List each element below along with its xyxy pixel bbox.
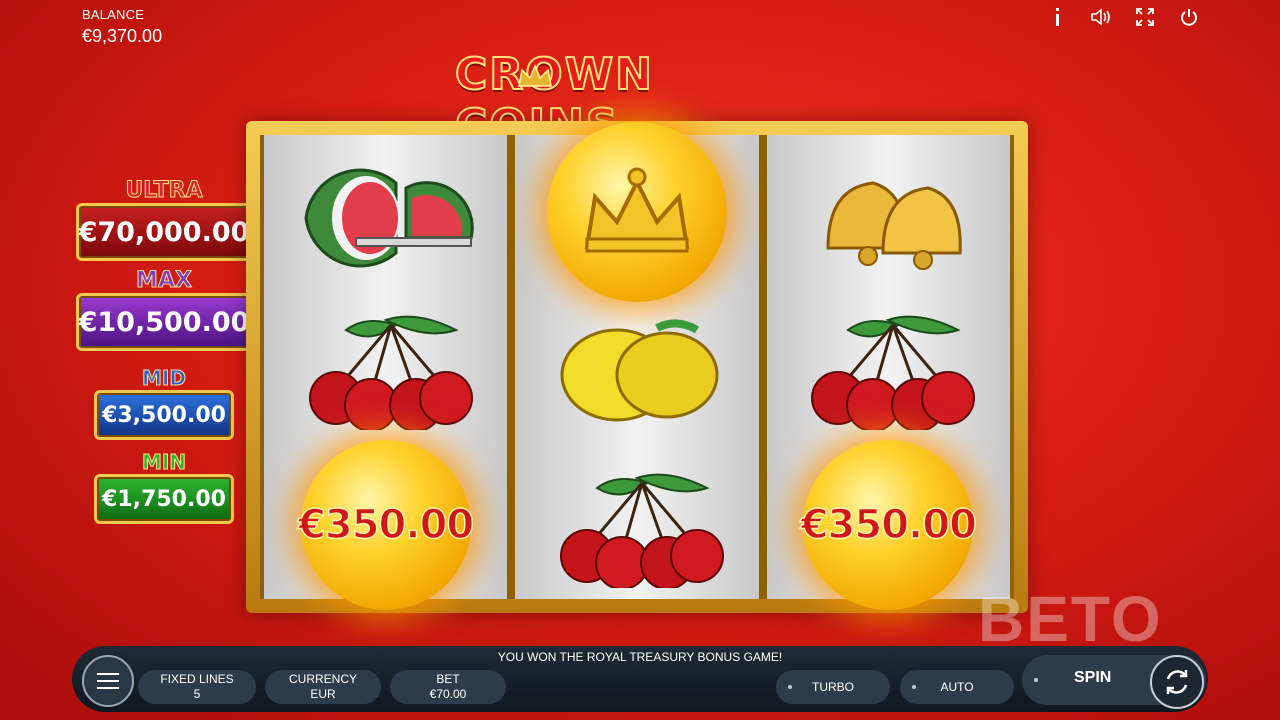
turbo-button[interactable]: TURBO bbox=[776, 670, 890, 704]
bet-label: BET bbox=[436, 672, 460, 686]
cherries-icon bbox=[767, 295, 1010, 445]
currency-selector[interactable]: CURRENCY EUR bbox=[265, 670, 381, 704]
auto-button[interactable]: AUTO bbox=[900, 670, 1014, 704]
reel-2 bbox=[515, 122, 759, 599]
hamburger-icon bbox=[97, 673, 119, 689]
auto-label: AUTO bbox=[940, 679, 974, 694]
balance-value: €9,370.00 bbox=[82, 26, 163, 46]
coin-value-text: €350.00 bbox=[800, 501, 978, 549]
reel-area: €350.00 €350.00 bbox=[260, 122, 1014, 610]
balance-label: BALANCE bbox=[82, 7, 145, 22]
fixed-lines-label: FIXED LINES bbox=[160, 672, 234, 686]
fixed-lines-value: 5 bbox=[193, 687, 201, 701]
spin-indicator bbox=[1034, 678, 1038, 682]
cherries-icon bbox=[264, 295, 507, 445]
power-icon[interactable] bbox=[1178, 6, 1200, 28]
info-icon[interactable] bbox=[1046, 6, 1068, 28]
spin-label[interactable]: SPIN bbox=[1074, 669, 1111, 687]
watermark: BETO bbox=[978, 582, 1163, 656]
sound-icon[interactable] bbox=[1090, 6, 1112, 28]
refresh-icon bbox=[1166, 670, 1188, 694]
jackpot-max: MAX €10,500.00 bbox=[76, 268, 252, 351]
balance-display: BALANCE €9,370.00 bbox=[82, 7, 162, 47]
reel-frame: €350.00 €350.00 bbox=[246, 121, 1028, 613]
currency-label: CURRENCY bbox=[288, 672, 357, 686]
jackpot-min: MIN €1,750.00 bbox=[76, 450, 252, 524]
currency-value: EUR bbox=[310, 687, 336, 701]
auto-indicator bbox=[912, 685, 916, 689]
lemons-icon bbox=[515, 295, 758, 445]
menu-button[interactable] bbox=[82, 655, 134, 707]
reel-3: €350.00 bbox=[766, 135, 1010, 610]
turbo-label: TURBO bbox=[812, 679, 854, 694]
jackpot-mid-title: MID bbox=[142, 366, 187, 391]
reel-1: €350.00 bbox=[264, 135, 508, 610]
coin-value-symbol: €350.00 bbox=[264, 440, 507, 610]
bet-value: €70.00 bbox=[429, 687, 467, 701]
coin-icon: €350.00 bbox=[800, 440, 978, 610]
top-toolbar bbox=[1046, 6, 1200, 28]
cherries-icon bbox=[515, 453, 758, 603]
watermelon-icon bbox=[264, 143, 507, 293]
coin-value-text: €350.00 bbox=[297, 501, 475, 549]
crown-coin-icon bbox=[515, 122, 758, 302]
jackpot-ultra-title: ULTRA bbox=[125, 178, 203, 204]
jackpot-ultra-value: €70,000.00 bbox=[76, 203, 252, 261]
fixed-lines-display: FIXED LINES 5 bbox=[138, 670, 256, 704]
fullscreen-icon[interactable] bbox=[1134, 6, 1156, 28]
jackpot-mid-value: €3,500.00 bbox=[94, 390, 234, 440]
bells-icon bbox=[767, 143, 1010, 293]
jackpot-ultra: ULTRA €70,000.00 bbox=[76, 178, 252, 261]
bet-selector[interactable]: BET €70.00 bbox=[390, 670, 506, 704]
logo-crown-icon bbox=[518, 64, 552, 87]
jackpot-min-title: MIN bbox=[141, 450, 187, 475]
jackpot-max-title: MAX bbox=[136, 268, 193, 294]
coin-value-symbol: €350.00 bbox=[767, 440, 1010, 610]
jackpot-min-value: €1,750.00 bbox=[94, 474, 234, 524]
coin-icon: €350.00 bbox=[297, 440, 475, 610]
spin-button[interactable] bbox=[1150, 655, 1204, 709]
jackpot-mid: MID €3,500.00 bbox=[76, 366, 252, 440]
watermark-text: BETO bbox=[978, 583, 1163, 655]
turbo-indicator bbox=[788, 685, 792, 689]
jackpot-max-value: €10,500.00 bbox=[76, 293, 252, 351]
